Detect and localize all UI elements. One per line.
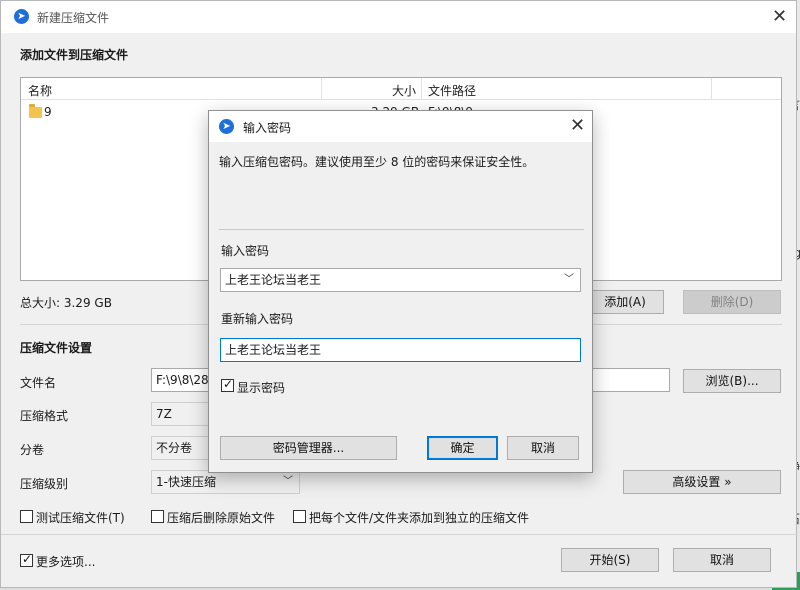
total-size-label: 总大小: 3.29 GB — [20, 296, 112, 310]
password-value: 上老王论坛当老王 — [225, 273, 322, 287]
column-header-name[interactable]: 名称 — [28, 82, 52, 99]
cancel-button[interactable]: 取消 — [673, 548, 771, 572]
password-manager-button[interactable]: 密码管理器... — [220, 436, 397, 460]
chevron-down-icon[interactable]: ﹀ — [564, 273, 574, 287]
window-close-icon[interactable]: ✕ — [772, 8, 787, 26]
split-select[interactable]: 不分卷 — [151, 436, 211, 460]
delete-button[interactable]: 删除(D) — [683, 290, 781, 314]
filename-label: 文件名 — [20, 376, 57, 390]
split-label: 分卷 — [20, 443, 45, 457]
format-select[interactable]: 7Z — [151, 402, 211, 426]
add-button[interactable]: 添加(A) — [586, 290, 664, 314]
split-selected-value: 不分卷 — [156, 441, 193, 455]
add-files-section-title: 添加文件到压缩文件 — [20, 48, 129, 62]
divider — [219, 229, 584, 230]
checkbox-box[interactable] — [221, 377, 234, 392]
browse-button[interactable]: 浏览(B)... — [683, 369, 781, 393]
start-button[interactable]: 开始(S) — [561, 548, 659, 572]
column-divider[interactable] — [711, 78, 712, 100]
reenter-password-label: 重新输入密码 — [221, 312, 294, 326]
dialog-titlebar: ➤ 输入密码 ✕ — [209, 111, 592, 142]
dialog-cancel-button[interactable]: 取消 — [507, 436, 579, 460]
checkbox-box[interactable] — [151, 510, 164, 523]
ok-button[interactable]: 确定 — [427, 436, 498, 460]
format-selected-value: 7Z — [156, 407, 172, 421]
archive-settings-title: 压缩文件设置 — [20, 341, 93, 355]
level-select[interactable]: 1-快速压缩 ﹀ — [151, 470, 300, 494]
password-label: 输入密码 — [221, 244, 270, 258]
checkbox-label: 压缩后删除原始文件 — [167, 511, 276, 525]
folder-icon — [29, 104, 42, 118]
dialog-message: 输入压缩包密码。建议使用至少 8 位的密码来保证安全性。 — [219, 155, 535, 169]
reenter-password-input[interactable]: 上老王论坛当老王 — [220, 338, 581, 362]
password-dialog: ➤ 输入密码 ✕ 输入压缩包密码。建议使用至少 8 位的密码来保证安全性。 输入… — [208, 110, 593, 473]
format-label: 压缩格式 — [20, 409, 69, 423]
level-selected-value: 1-快速压缩 — [156, 475, 216, 489]
checkbox-box[interactable] — [20, 510, 33, 523]
dialog-title: 输入密码 — [243, 121, 292, 135]
advanced-settings-button[interactable]: 高级设置 » — [623, 470, 781, 494]
row-name: 9 — [44, 105, 52, 119]
show-password-label: 显示密码 — [237, 381, 286, 395]
window-title: 新建压缩文件 — [37, 11, 110, 25]
checkbox-box[interactable] — [293, 510, 306, 523]
checkbox-label: 测试压缩文件(T) — [36, 511, 125, 525]
table-header: 名称 大小 文件路径 — [21, 78, 781, 100]
more-options-label: 更多选项... — [36, 555, 96, 569]
dialog-close-icon[interactable]: ✕ — [570, 117, 585, 135]
password-input[interactable]: 上老王论坛当老王 ﹀ — [220, 268, 581, 292]
level-label: 压缩级别 — [20, 477, 69, 491]
checkbox-box[interactable] — [20, 552, 33, 567]
divider — [1, 534, 798, 535]
app-logo-icon: ➤ — [14, 9, 29, 24]
app-logo-icon: ➤ — [219, 119, 234, 134]
column-header-path[interactable]: 文件路径 — [428, 82, 476, 99]
column-header-size[interactable]: 大小 — [392, 82, 416, 99]
column-divider[interactable] — [421, 78, 422, 100]
column-divider[interactable] — [321, 78, 322, 100]
window-titlebar: ➤ 新建压缩文件 ✕ — [1, 1, 796, 33]
checkbox-label: 把每个文件/文件夹添加到独立的压缩文件 — [309, 511, 530, 525]
chevron-down-icon: ﹀ — [283, 476, 293, 487]
